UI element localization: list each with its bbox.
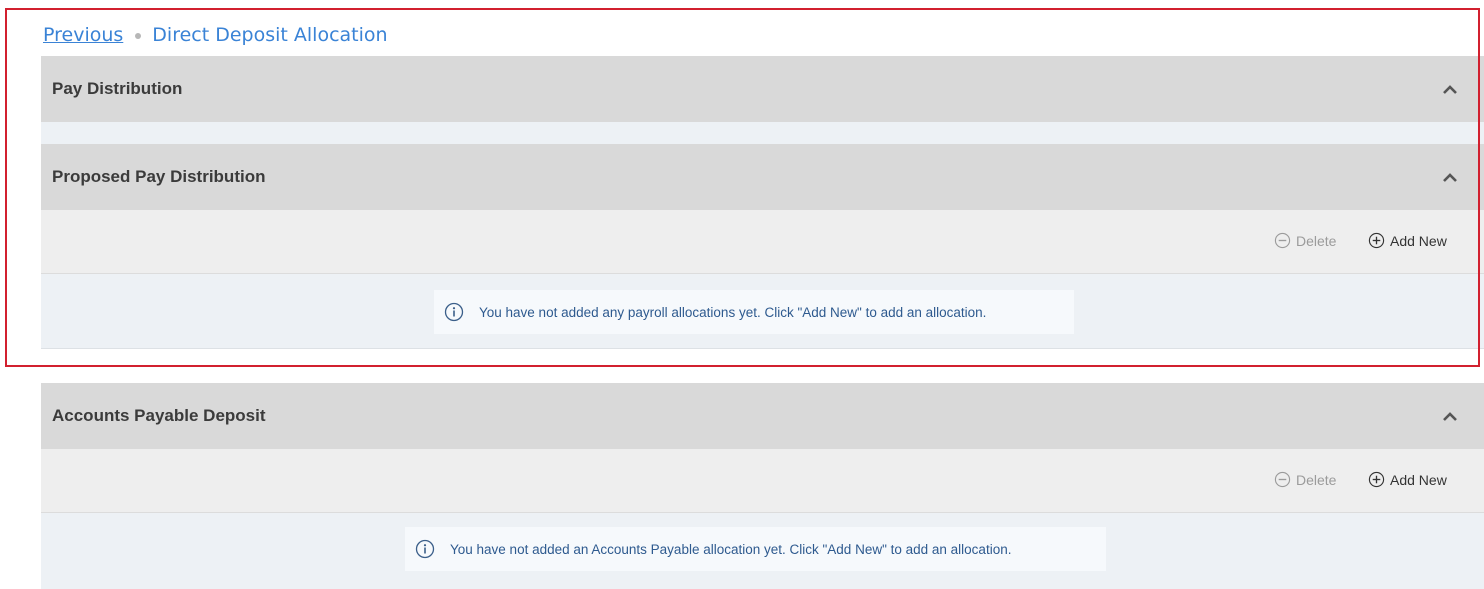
- breadcrumb-separator: [135, 33, 142, 39]
- info-message-text: You have not added an Accounts Payable a…: [450, 541, 1012, 557]
- minus-circle-icon: [1274, 232, 1291, 249]
- add-new-button[interactable]: Add New: [1368, 471, 1447, 488]
- info-message: You have not added an Accounts Payable a…: [405, 527, 1106, 571]
- breadcrumb-current: Direct Deposit Allocation: [152, 24, 388, 46]
- delete-button[interactable]: Delete: [1274, 471, 1336, 488]
- delete-button[interactable]: Delete: [1274, 232, 1336, 249]
- info-icon: [415, 539, 435, 559]
- spacer: [41, 349, 1484, 383]
- add-new-label: Add New: [1390, 232, 1447, 249]
- plus-circle-icon: [1368, 232, 1385, 249]
- info-message-text: You have not added any payroll allocatio…: [479, 304, 987, 320]
- accounts-payable-message-area: You have not added an Accounts Payable a…: [41, 513, 1484, 589]
- minus-circle-icon: [1274, 471, 1291, 488]
- pay-distribution-body: [41, 122, 1484, 145]
- add-new-button[interactable]: Add New: [1368, 232, 1447, 249]
- proposed-pay-toolbar: Delete Add New: [41, 210, 1484, 274]
- chevron-up-icon[interactable]: [1443, 412, 1457, 421]
- proposed-pay-message-area: You have not added any payroll allocatio…: [41, 274, 1484, 349]
- accounts-payable-deposit-header[interactable]: Accounts Payable Deposit: [41, 383, 1484, 449]
- previous-link[interactable]: Previous: [43, 24, 123, 46]
- breadcrumb: Previous Direct Deposit Allocation: [43, 22, 388, 48]
- delete-label: Delete: [1296, 232, 1337, 249]
- pay-distribution-header[interactable]: Pay Distribution: [41, 56, 1484, 122]
- proposed-pay-distribution-title: Proposed Pay Distribution: [52, 167, 266, 186]
- chevron-up-icon[interactable]: [1443, 85, 1457, 94]
- info-message: You have not added any payroll allocatio…: [434, 290, 1074, 334]
- add-new-label: Add New: [1390, 471, 1447, 488]
- accounts-payable-toolbar: Delete Add New: [41, 449, 1484, 513]
- info-icon: [444, 302, 464, 322]
- delete-label: Delete: [1296, 471, 1337, 488]
- proposed-pay-distribution-header[interactable]: Proposed Pay Distribution: [41, 144, 1484, 210]
- accounts-payable-deposit-title: Accounts Payable Deposit: [52, 406, 266, 425]
- pay-distribution-title: Pay Distribution: [52, 79, 183, 98]
- plus-circle-icon: [1368, 471, 1385, 488]
- chevron-up-icon[interactable]: [1443, 173, 1457, 182]
